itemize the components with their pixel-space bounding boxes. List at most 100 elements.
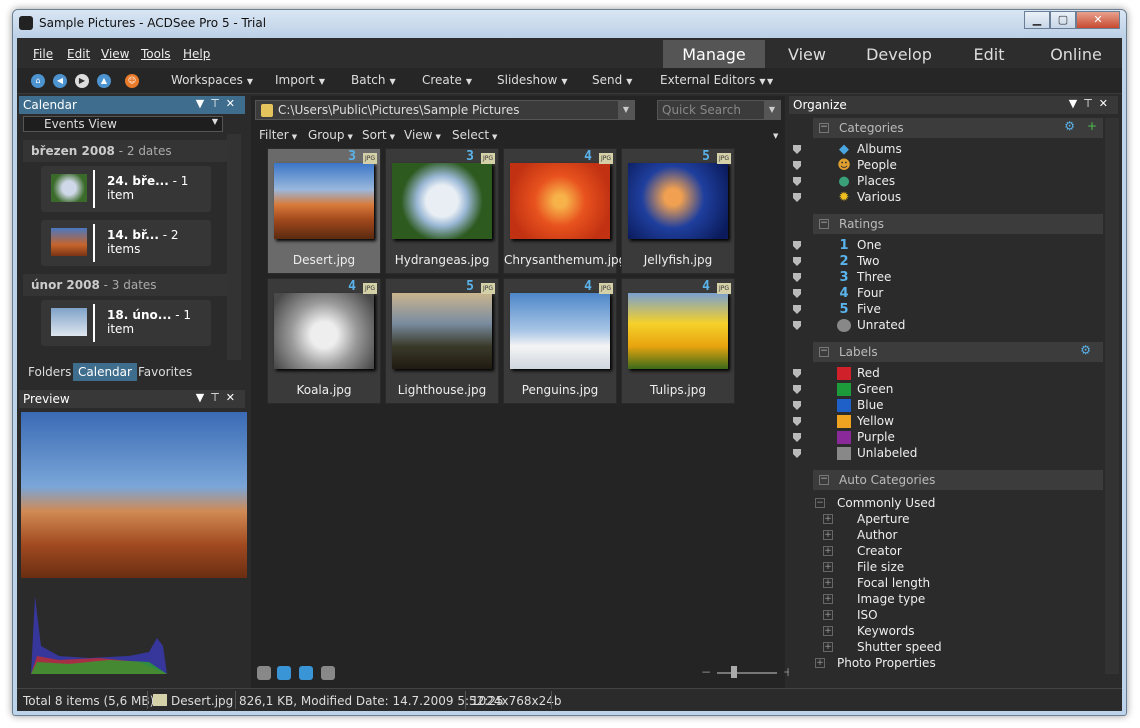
- thumbnail-tile[interactable]: 5 JPG Jellyfish.jpg: [621, 148, 735, 274]
- menu-edit[interactable]: Edit: [67, 47, 90, 61]
- up-icon[interactable]: ▲: [97, 74, 111, 88]
- close-window-button[interactable]: ✕: [1076, 11, 1120, 29]
- auto-category-item[interactable]: + File size: [823, 560, 904, 574]
- pin-icon[interactable]: [793, 257, 801, 266]
- zoom-out-icon[interactable]: −: [701, 665, 711, 679]
- menu-tools[interactable]: Tools: [141, 47, 171, 61]
- toolbar-slideshow[interactable]: Slideshow ▼: [497, 73, 567, 87]
- pin-icon[interactable]: [793, 273, 801, 282]
- auto-category-item[interactable]: + Keywords: [823, 624, 915, 638]
- pin-icon[interactable]: [793, 193, 801, 202]
- auto-categories-section[interactable]: − Auto Categories: [813, 470, 1103, 490]
- pin-icon[interactable]: [793, 241, 801, 250]
- calendar-event[interactable]: 14. bř... - 2 items: [41, 220, 211, 266]
- group-menu[interactable]: Group ▼: [308, 128, 353, 142]
- toolbar-batch[interactable]: Batch ▼: [351, 73, 396, 87]
- tab-favorites[interactable]: Favorites: [133, 363, 197, 381]
- toolbar-workspaces[interactable]: Workspaces ▼: [171, 73, 253, 87]
- filterbar-overflow[interactable]: ▼: [773, 132, 778, 140]
- calendar-event[interactable]: 18. úno... - 1 item: [41, 300, 211, 346]
- thumbnail-tile[interactable]: 4 JPG Tulips.jpg: [621, 278, 735, 404]
- toolbar-external-editors[interactable]: External Editors ▼: [660, 73, 766, 87]
- home-icon[interactable]: ⌂: [31, 74, 45, 88]
- thumbnail-tile[interactable]: 4 JPG Chrysanthemum.jpg: [503, 148, 626, 274]
- pin-icon[interactable]: [793, 369, 801, 378]
- acdsee-icon[interactable]: ☺: [125, 74, 139, 88]
- minimize-button[interactable]: ▁: [1024, 11, 1050, 29]
- auto-category-item[interactable]: + ISO: [823, 608, 878, 622]
- pin-icon[interactable]: [793, 449, 801, 458]
- calendar-group-february[interactable]: únor 2008 - 3 dates: [23, 274, 229, 296]
- thumbnail-tile[interactable]: 4 JPG Koala.jpg: [267, 278, 381, 404]
- panel-controls[interactable]: ▼⊤✕: [196, 97, 241, 110]
- calendar-group-march[interactable]: březen 2008 - 2 dates: [23, 140, 229, 162]
- ratings-section[interactable]: − Ratings: [813, 214, 1103, 234]
- thumbnail-size-slider[interactable]: [717, 672, 777, 674]
- auto-category-item[interactable]: + Shutter speed: [823, 640, 942, 654]
- panel-controls[interactable]: ▼⊤✕: [196, 391, 241, 404]
- category-item[interactable]: ☻ People: [837, 158, 897, 172]
- rotate-right-icon[interactable]: [299, 666, 313, 680]
- pin-icon[interactable]: [793, 145, 801, 154]
- mode-view[interactable]: View: [765, 40, 849, 68]
- pin-icon[interactable]: [793, 385, 801, 394]
- commonly-used-node[interactable]: − Commonly Used: [815, 496, 935, 510]
- view-menu[interactable]: View ▼: [404, 128, 441, 142]
- tab-folders[interactable]: Folders: [23, 363, 76, 381]
- thumbnail-tile[interactable]: 4 JPG Penguins.jpg: [503, 278, 617, 404]
- rating-item[interactable]: Unrated: [837, 318, 905, 332]
- rating-item[interactable]: 1 One: [837, 238, 881, 252]
- pin-icon[interactable]: [793, 305, 801, 314]
- pin-icon[interactable]: [793, 433, 801, 442]
- label-item[interactable]: Purple: [837, 430, 895, 444]
- thumbnail-tile[interactable]: 3 JPG Desert.jpg: [267, 148, 381, 274]
- quick-search-input[interactable]: Quick Search ▼: [657, 100, 781, 120]
- auto-category-item[interactable]: + Creator: [823, 544, 902, 558]
- compare-icon[interactable]: [321, 666, 335, 680]
- auto-category-item[interactable]: + Focal length: [823, 576, 930, 590]
- label-item[interactable]: Unlabeled: [837, 446, 917, 460]
- pin-icon[interactable]: [793, 417, 801, 426]
- menu-file[interactable]: File: [33, 47, 53, 61]
- image-icon[interactable]: [257, 666, 271, 680]
- rating-item[interactable]: 2 Two: [837, 254, 879, 268]
- add-category-icon[interactable]: +: [1087, 119, 1097, 133]
- pin-icon[interactable]: [793, 401, 801, 410]
- mode-online[interactable]: Online: [1031, 40, 1121, 68]
- calendar-event[interactable]: 24. bře... - 1 item: [41, 166, 211, 212]
- rating-item[interactable]: 5 Five: [837, 302, 880, 316]
- maximize-button[interactable]: ▢: [1050, 11, 1076, 29]
- select-menu[interactable]: Select ▼: [452, 128, 497, 142]
- pin-icon[interactable]: [793, 321, 801, 330]
- toolbar-create[interactable]: Create ▼: [422, 73, 472, 87]
- thumbnail-tile[interactable]: 3 JPG Hydrangeas.jpg: [385, 148, 499, 274]
- gear-icon[interactable]: ⚙: [1080, 343, 1091, 357]
- rotate-left-icon[interactable]: [277, 666, 291, 680]
- category-item[interactable]: ◆ Albums: [837, 142, 902, 156]
- chevron-down-icon[interactable]: ▼: [618, 101, 634, 119]
- category-item[interactable]: ✹ Various: [837, 190, 902, 204]
- calendar-scrollbar[interactable]: [227, 134, 241, 364]
- labels-section[interactable]: − Labels ⚙: [813, 342, 1103, 362]
- menu-help[interactable]: Help: [183, 47, 210, 61]
- calendar-view-select[interactable]: Events View ▼: [23, 116, 223, 132]
- back-icon[interactable]: ◀: [53, 74, 67, 88]
- mode-manage[interactable]: Manage: [663, 40, 765, 68]
- auto-category-item[interactable]: + Aperture: [823, 512, 910, 526]
- toolbar-overflow[interactable]: ▼: [767, 77, 773, 86]
- filter-menu[interactable]: Filter ▼: [259, 128, 297, 142]
- toolbar-send[interactable]: Send ▼: [592, 73, 632, 87]
- pin-icon[interactable]: [793, 177, 801, 186]
- rating-item[interactable]: 3 Three: [837, 270, 891, 284]
- panel-controls[interactable]: ▼⊤✕: [1069, 97, 1114, 110]
- sort-menu[interactable]: Sort ▼: [362, 128, 395, 142]
- mode-edit[interactable]: Edit: [947, 40, 1031, 68]
- pin-icon[interactable]: [793, 161, 801, 170]
- organize-scrollbar[interactable]: [1105, 118, 1119, 674]
- category-item[interactable]: ● Places: [837, 174, 895, 188]
- label-item[interactable]: Yellow: [837, 414, 894, 428]
- menu-view[interactable]: View: [101, 47, 129, 61]
- rating-item[interactable]: 4 Four: [837, 286, 883, 300]
- label-item[interactable]: Green: [837, 382, 893, 396]
- gear-icon[interactable]: ⚙: [1064, 119, 1075, 133]
